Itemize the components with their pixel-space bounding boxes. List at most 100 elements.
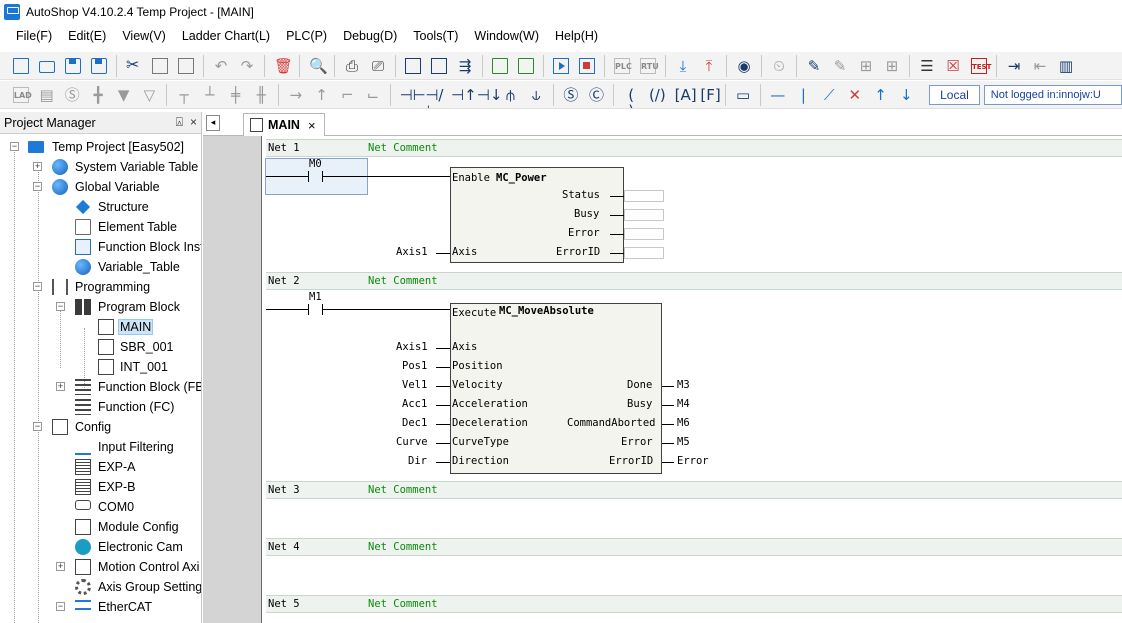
net-1-comment[interactable]: Net Comment — [368, 142, 438, 154]
paste-button[interactable] — [175, 55, 197, 77]
menu-file[interactable]: File(F) — [8, 29, 60, 43]
set-coil-button[interactable]: Ⓢ — [560, 84, 582, 106]
falling-contact-button[interactable]: ⊣↓ — [474, 84, 503, 106]
book-button[interactable]: ▥ — [1055, 55, 1077, 77]
rtu-button[interactable]: RTU — [637, 55, 659, 77]
login-button[interactable]: ⇥ — [1003, 55, 1025, 77]
tree-node-com0[interactable]: COM0 — [0, 497, 201, 517]
compile-button[interactable]: ⇶ — [454, 55, 476, 77]
tree-node-function-block[interactable]: + Function Block (FB) — [0, 377, 201, 397]
branch-c-button[interactable]: ╪ — [225, 84, 247, 106]
deceleration-variable[interactable]: Dec1 — [402, 417, 427, 429]
acceleration-variable[interactable]: Acc1 — [402, 398, 427, 410]
tree-node-exp-a[interactable]: EXP-A — [0, 457, 201, 477]
commandaborted-output-variable[interactable]: M6 — [677, 417, 690, 429]
ladder-mode-button[interactable]: LAD — [10, 84, 32, 106]
run-button[interactable] — [550, 55, 572, 77]
tab-close-icon[interactable]: × — [308, 118, 316, 133]
grid-b-button[interactable]: ⊞ — [881, 55, 903, 77]
insert-down-outline-button[interactable]: ▽ — [139, 84, 161, 106]
clear-button[interactable]: ☒ — [942, 55, 964, 77]
net-4-header[interactable]: Net 4 Net Comment — [266, 538, 1122, 556]
tree-node-element-table[interactable]: Element Table — [0, 217, 201, 237]
plc-button[interactable]: PLC — [611, 55, 633, 77]
branch-a-button[interactable]: ┬ — [173, 84, 195, 106]
branch-d-button[interactable]: ╫ — [250, 84, 272, 106]
connection-mode-select[interactable]: Local — [929, 84, 980, 105]
net-3-header[interactable]: Net 3 Net Comment — [266, 481, 1122, 499]
error-output-variable[interactable]: M5 — [677, 436, 690, 448]
insert-down-button[interactable]: ▼ — [113, 84, 135, 106]
net-2-comment[interactable]: Net Comment — [368, 275, 438, 287]
nc-contact-button[interactable]: ⊣/⊢ — [423, 84, 445, 109]
delete-line-button[interactable]: ✕ — [844, 84, 866, 106]
menu-plc[interactable]: PLC(P) — [278, 29, 335, 43]
tree-node-variable-table[interactable]: Variable_Table — [0, 257, 201, 277]
move-down-button[interactable]: ↓ — [895, 84, 917, 106]
grid-a-button[interactable]: ⊞ — [855, 55, 877, 77]
upload-button[interactable] — [515, 55, 537, 77]
hline-draw-button[interactable]: — — [767, 84, 789, 106]
function-f-button[interactable]: [F] — [698, 84, 720, 106]
undo-button[interactable]: ↶ — [210, 55, 232, 77]
direction-variable[interactable]: Dir — [408, 455, 427, 467]
mc-power-errorid-output-field[interactable] — [624, 247, 664, 259]
fall-edge-button[interactable]: ⫝ — [525, 84, 547, 106]
menu-tools[interactable]: Tools(T) — [405, 29, 466, 43]
mc-power-status-output-field[interactable] — [624, 190, 664, 202]
expand-toggle-icon[interactable]: + — [56, 382, 65, 391]
net-4-comment[interactable]: Net Comment — [368, 541, 438, 553]
camera-button[interactable]: ◉ — [733, 55, 755, 77]
move-up-button[interactable]: ↑ — [870, 84, 892, 106]
menu-window[interactable]: Window(W) — [466, 29, 547, 43]
tree-node-function-fc[interactable]: Function (FC) — [0, 397, 201, 417]
corner-b-button[interactable]: ⌙ — [362, 84, 384, 106]
collapse-toggle-icon[interactable]: − — [56, 302, 65, 311]
open-project-button[interactable] — [36, 55, 58, 77]
instruction-button[interactable]: Ⓒ — [586, 84, 608, 106]
save-all-button[interactable] — [88, 55, 110, 77]
collapse-toggle-icon[interactable]: − — [10, 142, 19, 151]
monitor-button[interactable]: ⎙ — [341, 55, 363, 77]
corner-button[interactable]: ⌐ — [336, 84, 358, 106]
collapse-toggle-icon[interactable]: − — [33, 422, 42, 431]
axis-variable[interactable]: Axis1 — [396, 341, 428, 353]
ladder-canvas[interactable]: Net 1 Net Comment M0 Enable MC_Power Sta… — [261, 136, 1122, 623]
net-2-header[interactable]: Net 2 Net Comment — [266, 272, 1122, 290]
no-contact-button[interactable]: ⊣⊢ — [397, 84, 426, 106]
pin-icon[interactable]: ⍓ — [176, 115, 183, 130]
mc-power-axis-variable[interactable]: Axis1 — [396, 246, 428, 258]
stop-button[interactable] — [576, 55, 598, 77]
tree-node-global-variable[interactable]: − Global Variable — [0, 177, 201, 197]
tree-node-electronic-cam[interactable]: Electronic Cam — [0, 537, 201, 557]
vline-draw-button[interactable]: | — [793, 84, 815, 106]
function-a-button[interactable]: [A] — [672, 84, 697, 106]
collapse-toggle-icon[interactable]: − — [33, 182, 42, 191]
tree-node-input-filtering[interactable]: Input Filtering — [0, 437, 201, 457]
tree-node-main[interactable]: MAIN — [0, 317, 201, 337]
find-button[interactable]: 🔍 — [306, 55, 328, 77]
insert-node-button[interactable]: ╋ — [87, 84, 109, 106]
mc-power-busy-output-field[interactable] — [624, 209, 664, 221]
net-5-comment[interactable]: Net Comment — [368, 598, 438, 610]
coil-button[interactable]: ( ) — [620, 84, 642, 109]
align-button[interactable]: ☰ — [916, 55, 938, 77]
contact-m1-address[interactable]: M1 — [309, 291, 322, 303]
redo-button[interactable]: ↷ — [236, 55, 258, 77]
tree-node-sbr-001[interactable]: SBR_001 — [0, 337, 201, 357]
curvetype-variable[interactable]: Curve — [396, 436, 428, 448]
window-tile-button[interactable] — [428, 55, 450, 77]
errorid-output-variable[interactable]: Error — [677, 455, 709, 467]
tree-node-programming[interactable]: − Programming — [0, 277, 201, 297]
rise-edge-button[interactable]: ⫛ — [500, 84, 522, 106]
net-5-header[interactable]: Net 5 Net Comment — [266, 595, 1122, 613]
timer-button[interactable]: ⏲ — [768, 55, 790, 77]
hline-button[interactable]: → — [285, 84, 307, 106]
expand-toggle-icon[interactable]: + — [56, 562, 65, 571]
expand-toggle-icon[interactable]: + — [33, 162, 42, 171]
logout-button[interactable]: ⇤ — [1029, 55, 1051, 77]
copy-button[interactable] — [149, 55, 171, 77]
collapse-toggle-icon[interactable]: − — [33, 282, 42, 291]
tree-node-project[interactable]: − Temp Project [Easy502] — [0, 137, 201, 157]
print-button[interactable]: ⎚ — [367, 55, 389, 77]
